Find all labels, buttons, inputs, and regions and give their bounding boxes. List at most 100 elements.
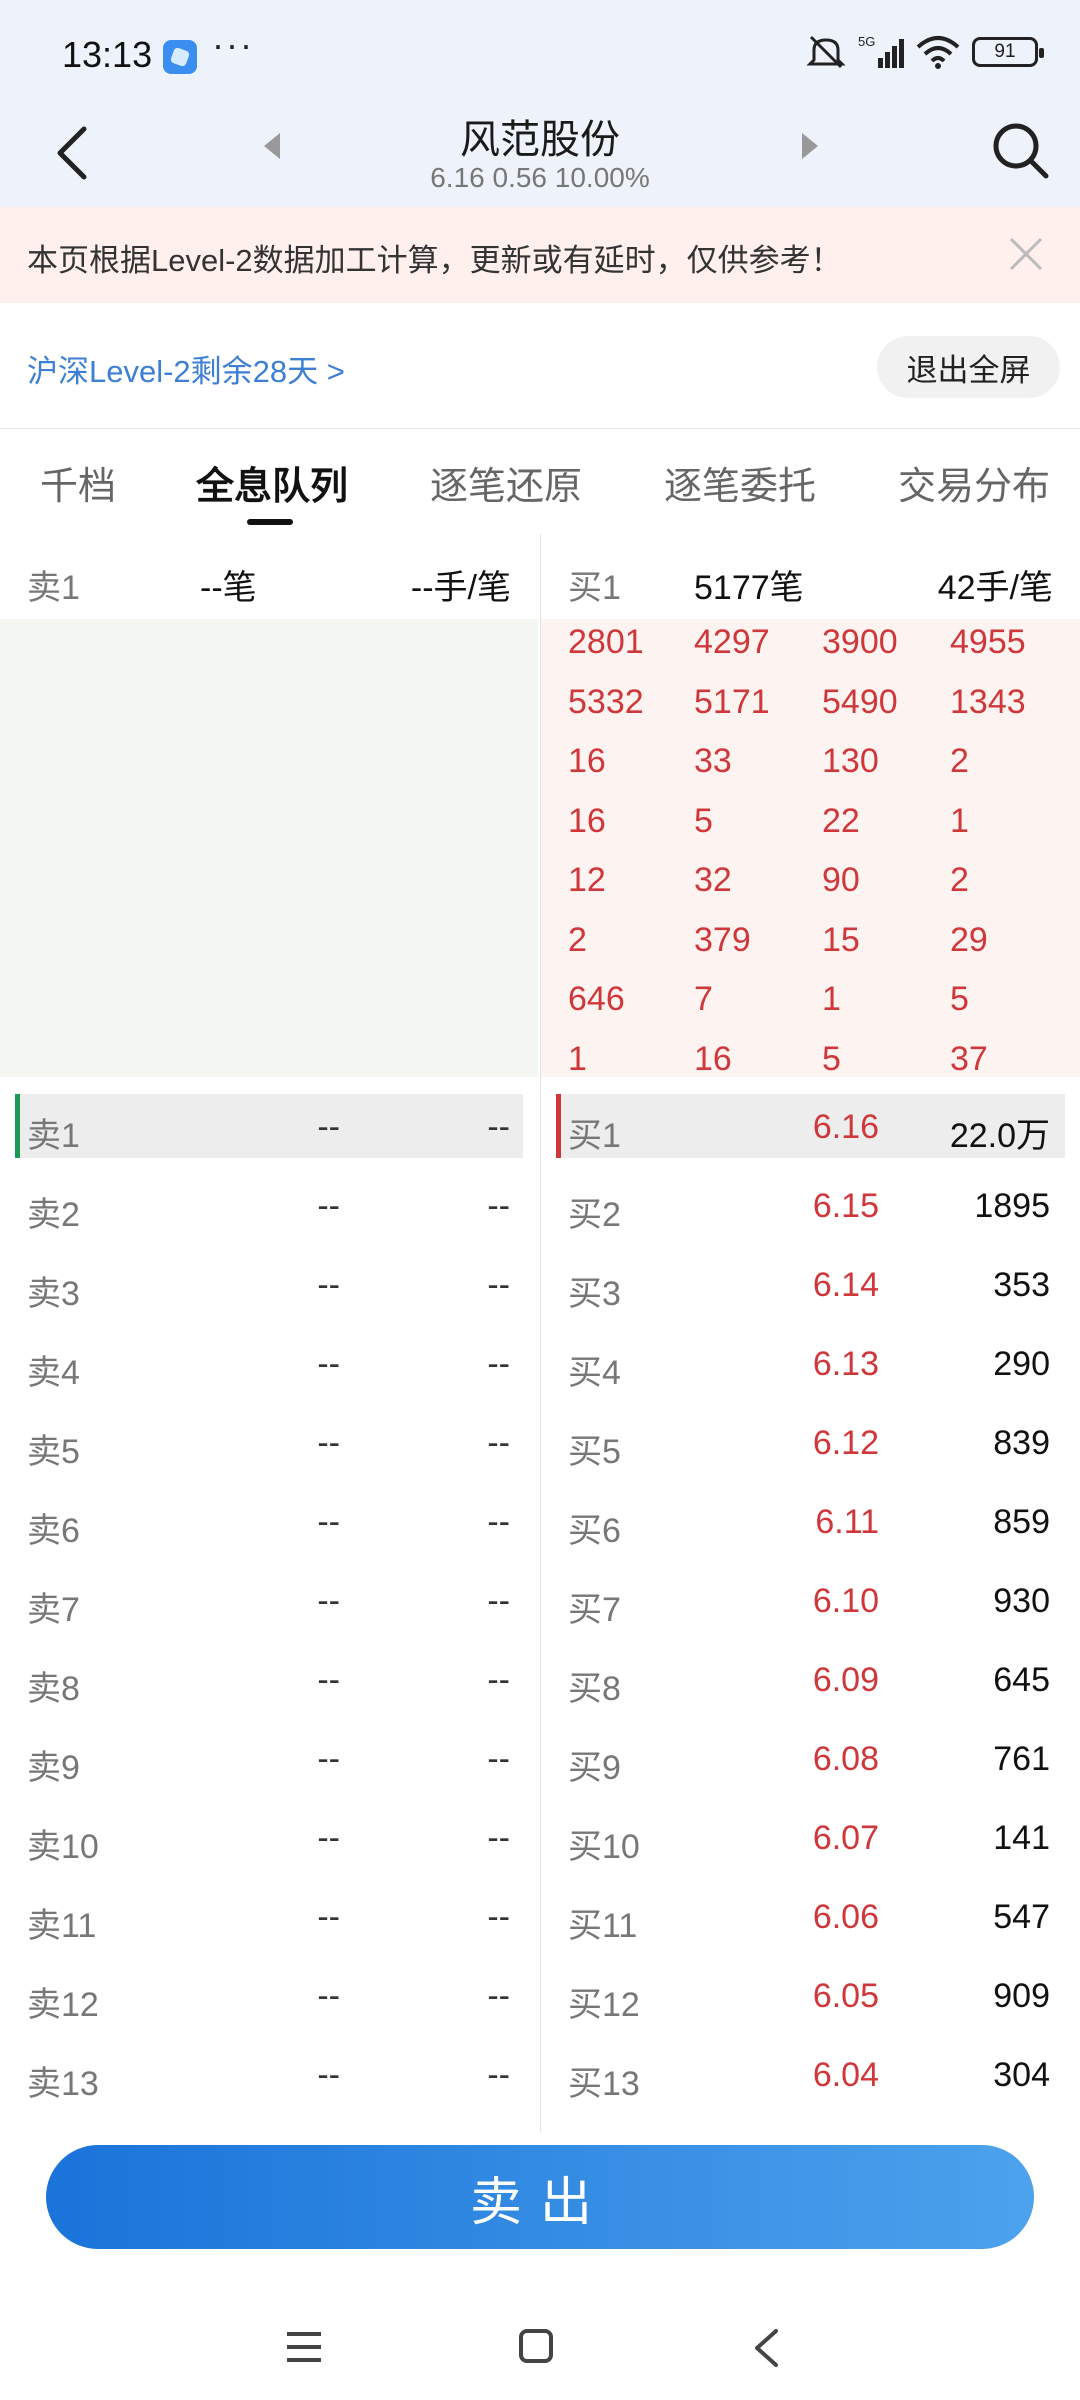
sell-queue-label: 卖1	[27, 569, 80, 607]
sell-volume: --	[487, 1819, 510, 1857]
sell-order-row[interactable]: 卖13 -- --	[15, 2042, 523, 2106]
tab-zhubi-weituo[interactable]: 逐笔委托	[664, 455, 816, 510]
sell-level-label: 卖7	[27, 1591, 80, 1629]
buy-level-label: 买7	[568, 1591, 621, 1629]
sell-price: --	[317, 1740, 340, 1778]
queue-order-size: 2	[950, 742, 969, 780]
svg-text:5G: 5G	[858, 34, 875, 49]
queue-order-size: 1343	[950, 682, 1026, 721]
more-dots: ···	[212, 24, 254, 65]
sell-order-row[interactable]: 卖4 -- --	[15, 1331, 523, 1395]
buy-queue-per: 42手/笔	[937, 569, 1053, 607]
status-bar: 13:13 ··· 5G 91	[0, 0, 1080, 115]
tab-zhubi-huanyuan[interactable]: 逐笔还原	[430, 455, 582, 510]
sell-price: --	[317, 1187, 340, 1225]
sell-highlight-bar	[15, 1094, 20, 1158]
sell-order-row[interactable]: 卖1 -- --	[15, 1094, 523, 1158]
buy-price: 6.14	[812, 1266, 879, 1304]
sell-order-row[interactable]: 卖2 -- --	[15, 1173, 523, 1237]
back-icon[interactable]	[752, 2328, 780, 2368]
sell-volume: --	[487, 2056, 510, 2094]
search-icon[interactable]	[990, 120, 1050, 180]
buy-level-label: 买11	[568, 1907, 638, 1945]
sell-order-row[interactable]: 卖10 -- --	[15, 1805, 523, 1869]
buy-order-row[interactable]: 买2 6.15 1895	[556, 1173, 1065, 1237]
home-icon[interactable]	[518, 2328, 554, 2364]
sell-order-row[interactable]: 卖7 -- --	[15, 1568, 523, 1632]
buy-order-row[interactable]: 买12 6.05 909	[556, 1963, 1065, 2027]
buy-volume: 547	[993, 1898, 1050, 1936]
buy-price: 6.05	[812, 1977, 879, 2015]
buy-order-row[interactable]: 买4 6.13 290	[556, 1331, 1065, 1395]
queue-order-size: 22	[822, 801, 860, 840]
next-stock-icon[interactable]	[800, 131, 820, 161]
buy-queue-panel: 2801 4297 3900 4955 5332 5171 5490 1343 16 33 130 2…	[541, 619, 1080, 1077]
close-icon[interactable]	[1008, 236, 1044, 272]
queue-order-size: 16	[568, 742, 606, 780]
sell-level-label: 卖8	[27, 1670, 80, 1708]
queue-order-size: 12	[568, 861, 606, 899]
buy-volume: 1895	[974, 1187, 1050, 1225]
buy-price: 6.06	[812, 1898, 879, 1936]
buy-level-label: 买6	[568, 1512, 621, 1550]
menu-icon[interactable]	[285, 2330, 323, 2364]
app-icon	[163, 40, 197, 74]
buy-order-row[interactable]: 买11 6.06 547	[556, 1884, 1065, 1948]
buy-order-row[interactable]: 买10 6.07 141	[556, 1805, 1065, 1869]
tab-quanxi-queue[interactable]: 全息队列	[196, 455, 348, 510]
buy-order-row[interactable]: 买13 6.04 304	[556, 2042, 1065, 2106]
buy-order-row[interactable]: 买6 6.11 859	[556, 1489, 1065, 1553]
buy-order-row[interactable]: 买9 6.08 761	[556, 1726, 1065, 1790]
buy-volume: 839	[993, 1424, 1050, 1462]
sell-price: --	[317, 1503, 340, 1541]
buy-order-row[interactable]: 买8 6.09 645	[556, 1647, 1065, 1711]
sell-level-label: 卖1	[27, 1117, 80, 1155]
buy-level-label: 买8	[568, 1670, 621, 1708]
buy-level-label: 买3	[568, 1275, 621, 1313]
buy-level-label: 买10	[568, 1828, 640, 1866]
queue-order-size: 1	[822, 980, 841, 1018]
sell-order-row[interactable]: 卖11 -- --	[15, 1884, 523, 1948]
sell-button[interactable]: 卖出	[46, 2145, 1034, 2249]
queue-order-size: 4955	[950, 623, 1026, 661]
sell-level-label: 卖11	[27, 1907, 97, 1945]
buy-queue-header: 买1 5177笔 42手/笔	[541, 534, 1080, 619]
queue-order-size: 5	[822, 1039, 841, 1078]
sell-volume: --	[487, 1108, 510, 1146]
buy-order-row[interactable]: 买5 6.12 839	[556, 1410, 1065, 1474]
tab-qiandang[interactable]: 千档	[40, 455, 116, 510]
sell-volume: --	[487, 1424, 510, 1462]
sell-order-row[interactable]: 卖8 -- --	[15, 1647, 523, 1711]
buy-level-label: 买4	[568, 1354, 621, 1392]
sell-order-row[interactable]: 卖6 -- --	[15, 1489, 523, 1553]
sell-price: --	[317, 1424, 340, 1462]
buy-order-row[interactable]: 买7 6.10 930	[556, 1568, 1065, 1632]
sell-queue-panel	[0, 619, 538, 1077]
signal-icon: 5G	[858, 34, 904, 68]
queue-order-size: 37	[950, 1039, 988, 1078]
sell-volume: --	[487, 1503, 510, 1541]
sell-volume: --	[487, 1582, 510, 1620]
sell-order-row[interactable]: 卖3 -- --	[15, 1252, 523, 1316]
exit-fullscreen-button[interactable]: 退出全屏	[877, 336, 1060, 398]
queue-order-size: 4297	[694, 623, 770, 661]
queue-order-size: 16	[694, 1039, 732, 1078]
tab-bar: 千档 全息队列 逐笔还原 逐笔委托 交易分布	[0, 429, 1080, 534]
sell-level-label: 卖6	[27, 1512, 80, 1550]
sell-order-row[interactable]: 卖9 -- --	[15, 1726, 523, 1790]
notice-banner: 本页根据Level-2数据加工计算，更新或有延时，仅供参考！	[0, 207, 1080, 303]
queue-order-size: 16	[568, 801, 606, 840]
stock-quote: 6.16 0.56 10.00%	[430, 162, 650, 193]
buy-volume: 290	[993, 1345, 1050, 1383]
sell-level-label: 卖5	[27, 1433, 80, 1471]
sell-order-row[interactable]: 卖5 -- --	[15, 1410, 523, 1474]
wifi-icon	[916, 36, 960, 69]
buy-price: 6.04	[812, 2056, 879, 2094]
buy-order-row[interactable]: 买3 6.14 353	[556, 1252, 1065, 1316]
buy-volume: 761	[993, 1740, 1050, 1778]
sell-order-row[interactable]: 卖12 -- --	[15, 1963, 523, 2027]
tab-jiaoyi-fenbu[interactable]: 交易分布	[898, 455, 1050, 510]
buy-volume: 930	[993, 1582, 1050, 1620]
level2-link[interactable]: 沪深Level-2剩余28天 >	[27, 346, 345, 391]
buy-order-row[interactable]: 买1 6.16 22.0万	[556, 1094, 1065, 1158]
